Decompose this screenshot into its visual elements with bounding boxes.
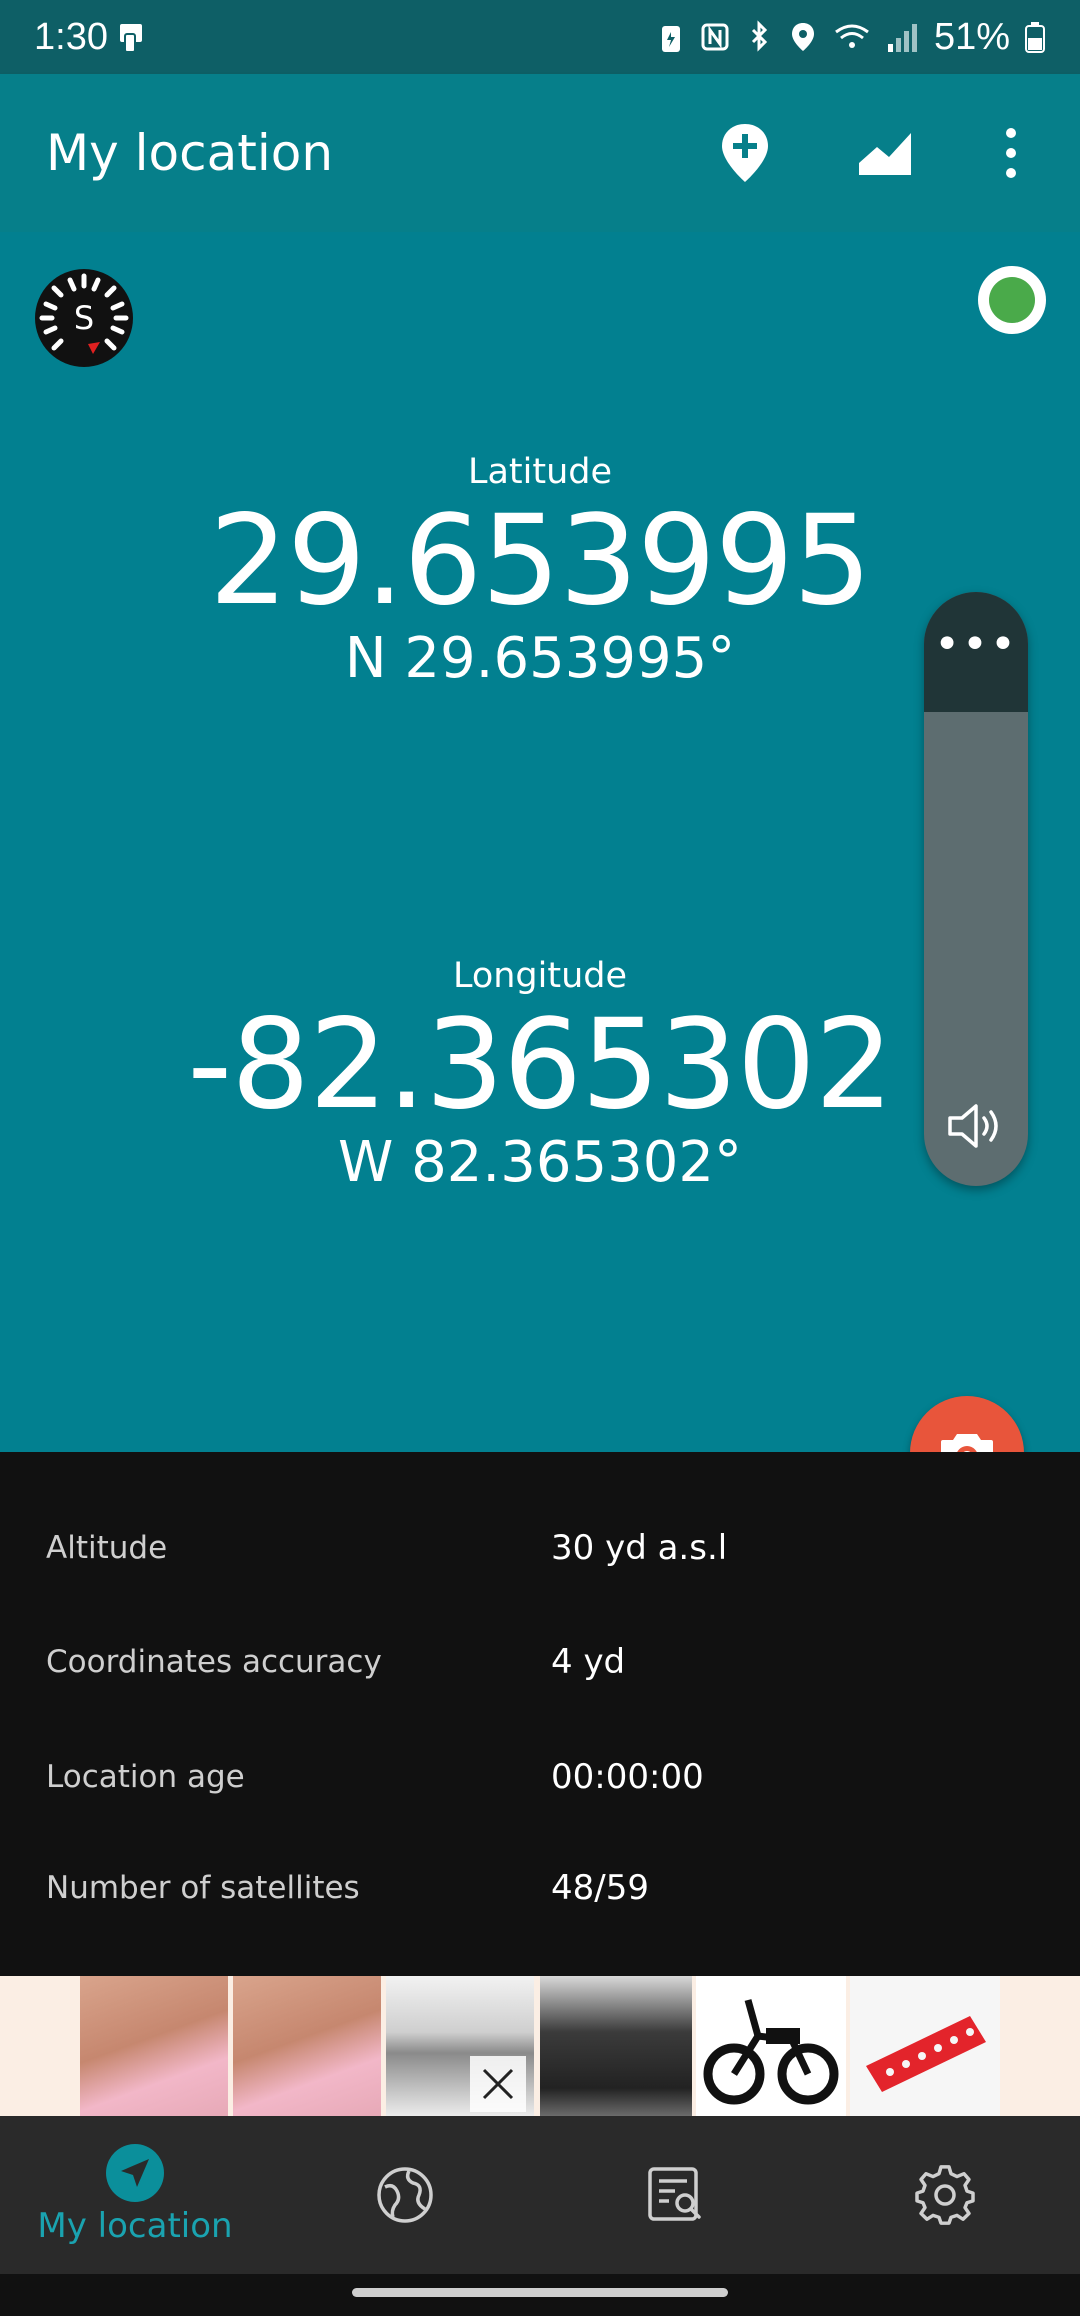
ad-image-car-trunk[interactable]: [540, 1976, 692, 2116]
status-time-text: 1:30: [34, 15, 108, 58]
info-value: 4 yd: [551, 1642, 626, 1682]
gesture-bar: [0, 2274, 1080, 2316]
info-key: Number of satellites: [46, 1870, 360, 1906]
latitude-dms: N 29.653995°: [344, 626, 736, 692]
home-indicator[interactable]: [352, 2288, 728, 2297]
app-bar: My location: [0, 74, 1080, 232]
more-horiz-icon: •••: [934, 619, 1018, 670]
elevation-chart-icon: [859, 133, 911, 175]
more-options-button[interactable]: [956, 98, 1066, 208]
info-row-satellites: Number of satellites 48/59: [0, 1848, 1080, 1928]
nav-saved-locations[interactable]: [540, 2116, 810, 2274]
device-icon: [119, 24, 142, 53]
battery-percent: 51%: [933, 15, 1010, 58]
nav-map[interactable]: [270, 2116, 540, 2274]
bluetooth-icon: [751, 20, 768, 52]
signal-icon: [887, 24, 917, 52]
volume-more-button[interactable]: •••: [924, 592, 1028, 712]
add-location-button[interactable]: [690, 98, 800, 208]
longitude-block: Longitude -82.365302 W 82.365302°: [0, 956, 1080, 1195]
svg-text:S: S: [74, 299, 94, 337]
ad-image-red-tool[interactable]: [850, 1976, 1000, 2116]
status-bar: 1:30 51%: [0, 0, 1080, 74]
info-key: Altitude: [46, 1530, 168, 1566]
longitude-label: Longitude: [452, 956, 628, 996]
info-row-altitude: Altitude 30 yd a.s.l: [0, 1508, 1080, 1588]
ad-image-eyeliner[interactable]: [80, 1976, 228, 2116]
add-location-icon: [722, 124, 768, 182]
list-search-icon: [648, 2167, 701, 2221]
battery-icon: [1025, 22, 1045, 53]
more-vert-icon: [1006, 128, 1016, 178]
info-key: Location age: [46, 1759, 245, 1795]
wifi-calling-icon: [835, 24, 869, 48]
battery-saver-icon: [661, 26, 680, 52]
info-row-accuracy: Coordinates accuracy 4 yd: [0, 1622, 1080, 1702]
navigation-arrow-icon: [106, 2144, 164, 2202]
info-key: Coordinates accuracy: [46, 1644, 382, 1680]
ad-image-ebike[interactable]: [696, 1976, 846, 2116]
info-value: 48/59: [551, 1868, 649, 1908]
latitude-block: Latitude 29.653995 N 29.653995°: [0, 452, 1080, 691]
elevation-button[interactable]: [830, 98, 940, 208]
nfc-icon: [701, 23, 729, 51]
gps-status-dot: [989, 277, 1035, 323]
nav-settings[interactable]: [810, 2116, 1080, 2274]
info-value: 00:00:00: [551, 1757, 704, 1797]
ad-banner[interactable]: [0, 1976, 1080, 2116]
status-icons: 51%: [656, 16, 1046, 59]
coordinates-panel: S Latitude 29.653995 N 29.653995° Longit…: [0, 232, 1080, 1452]
location-pin-icon: [791, 23, 814, 51]
info-value: 30 yd a.s.l: [551, 1528, 728, 1568]
compass-icon[interactable]: S: [34, 268, 134, 368]
latitude-value: 29.653995: [209, 489, 872, 633]
status-time: 1:30: [34, 16, 146, 59]
app-bar-actions: [688, 74, 1080, 232]
info-row-location-age: Location age 00:00:00: [0, 1737, 1080, 1817]
volume-slider[interactable]: •••: [924, 592, 1028, 1186]
gear-icon: [915, 2165, 975, 2225]
gps-status-indicator: [978, 266, 1046, 334]
latitude-label: Latitude: [467, 452, 613, 492]
speaker-icon[interactable]: [924, 1086, 1028, 1166]
bottom-navigation: My location: [0, 2116, 1080, 2274]
ad-image-eyeliner[interactable]: [233, 1976, 381, 2116]
close-icon: [482, 2068, 514, 2100]
globe-icon: [377, 2167, 433, 2223]
nav-my-location-label: My location: [37, 2206, 233, 2246]
longitude-value: -82.365302: [187, 993, 893, 1137]
longitude-dms: W 82.365302°: [337, 1130, 742, 1196]
app-title: My location: [46, 124, 334, 182]
nav-my-location[interactable]: My location: [0, 2116, 270, 2274]
ad-close-button[interactable]: [470, 2056, 526, 2112]
